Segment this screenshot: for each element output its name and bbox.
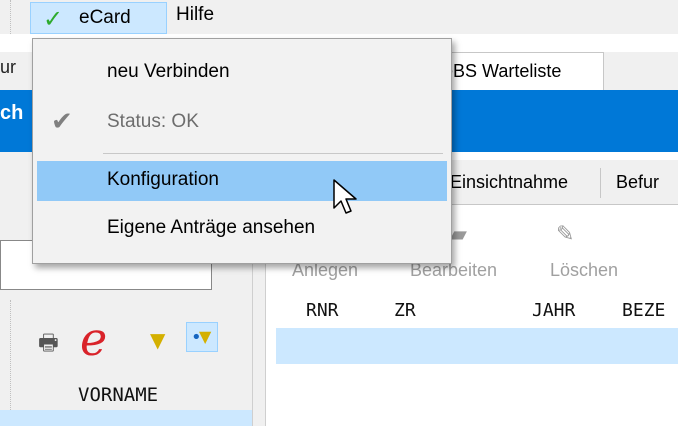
menu-item-label: Konfiguration bbox=[107, 169, 219, 190]
menu-item-eigene-antraege[interactable]: Eigene Anträge ansehen bbox=[37, 209, 447, 249]
column-header-beze[interactable]: BEZE bbox=[622, 300, 665, 321]
section-header-text: ch bbox=[0, 102, 24, 124]
menu-item-label: Status: OK bbox=[107, 111, 199, 132]
filter-user-icon[interactable]: • ▼ bbox=[186, 322, 218, 352]
window-edge bbox=[0, 0, 11, 34]
menu-hilfe[interactable]: Hilfe bbox=[176, 4, 214, 26]
menu-separator bbox=[103, 153, 443, 154]
tab-befund[interactable]: Befur bbox=[616, 172, 659, 193]
column-header-jahr[interactable]: JAHR bbox=[532, 300, 575, 321]
menu-item-label: Eigene Anträge ansehen bbox=[107, 217, 316, 238]
checkmark-icon: ✔ bbox=[51, 107, 73, 137]
menu-ecard-label: eCard bbox=[79, 7, 131, 28]
eraser-icon[interactable]: ✎ bbox=[556, 222, 574, 247]
tab-separator bbox=[600, 168, 601, 198]
left-toolbar: 🖶 e ▼ • ▼ bbox=[0, 312, 252, 366]
menu-item-label: neu Verbinden bbox=[107, 61, 230, 82]
menu-bar: ✓ eCard Hilfe bbox=[0, 0, 678, 34]
table-row[interactable] bbox=[0, 410, 252, 426]
menu-item-neu-verbinden[interactable]: neu Verbinden bbox=[37, 53, 447, 93]
menu-item-status: ✔ Status: OK bbox=[37, 103, 447, 143]
tab-ebs-warteliste[interactable]: eBS Warteliste bbox=[430, 52, 604, 90]
mouse-cursor-icon bbox=[333, 179, 357, 214]
tab-einsichtnahme[interactable]: Einsichtnahme bbox=[450, 172, 568, 193]
tab-ebs-warteliste-label: eBS Warteliste bbox=[443, 61, 562, 81]
tab-partial[interactable]: ur bbox=[0, 57, 16, 78]
filter-icon[interactable]: ▼ bbox=[150, 328, 165, 352]
loeschen-button[interactable]: Löschen bbox=[550, 260, 618, 281]
column-header-vorname[interactable]: VORNAME bbox=[78, 384, 158, 406]
menu-item-konfiguration[interactable]: Konfiguration bbox=[37, 161, 447, 201]
column-header-rnr[interactable]: RNR bbox=[306, 300, 339, 321]
table-row[interactable] bbox=[276, 328, 678, 364]
column-header-zr[interactable]: ZR bbox=[394, 300, 416, 321]
folder-icon[interactable]: ▰ bbox=[450, 222, 467, 247]
e-logo-icon[interactable]: e bbox=[80, 312, 107, 366]
ecard-dropdown-menu: neu Verbinden ✔ Status: OK Konfiguration… bbox=[32, 38, 452, 264]
checkmark-icon: ✓ bbox=[43, 5, 64, 33]
subtab-strip: Einsichtnahme Befur bbox=[420, 160, 678, 205]
menu-ecard[interactable]: ✓ eCard bbox=[30, 2, 167, 34]
printer-icon[interactable]: 🖶 bbox=[38, 326, 59, 364]
